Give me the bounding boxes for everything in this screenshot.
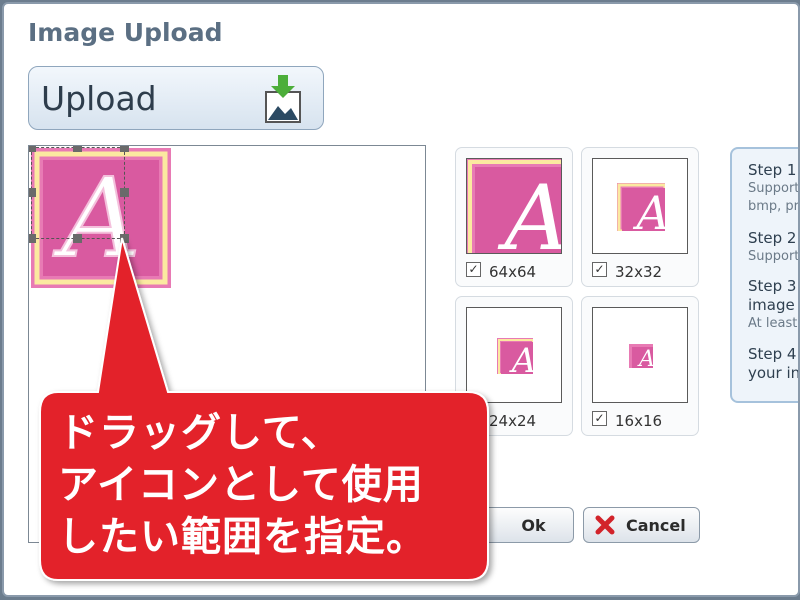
callout-line-1: ドラッグして、	[58, 410, 342, 456]
callout-text: ドラッグして、 アイコンとして使用 したい範囲を指定。	[58, 407, 498, 563]
callout-line-2: アイコンとして使用	[58, 462, 424, 508]
callout-line-3: したい範囲を指定。	[58, 514, 427, 560]
